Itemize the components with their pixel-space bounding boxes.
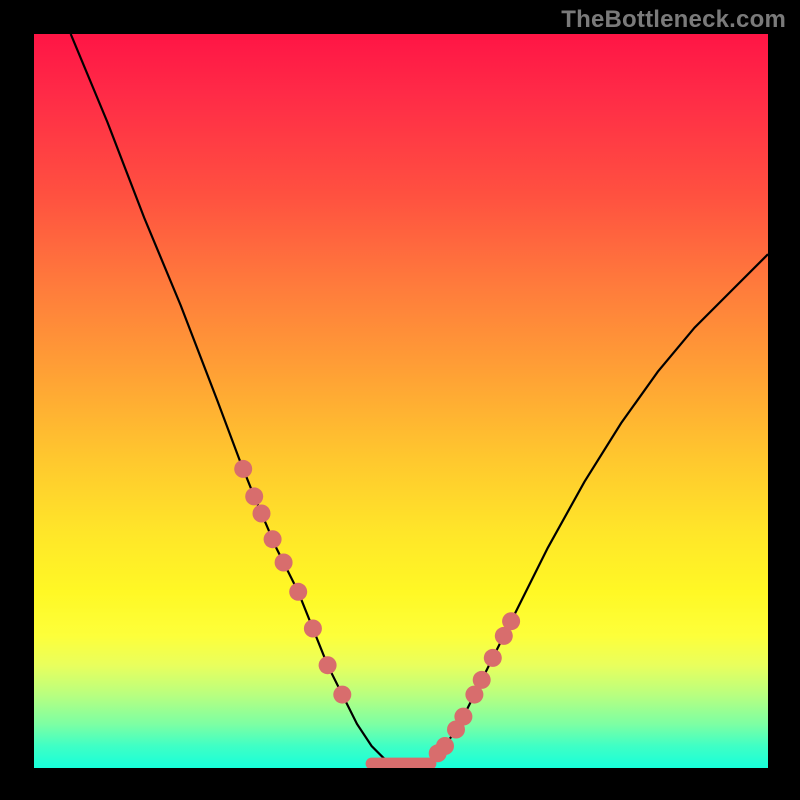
highlight-dot — [319, 656, 337, 674]
highlight-dot — [289, 583, 307, 601]
highlight-dot — [454, 708, 472, 726]
highlight-dot — [333, 686, 351, 704]
highlight-dot — [245, 487, 263, 505]
plot-area — [34, 34, 768, 768]
highlight-dot — [484, 649, 502, 667]
highlight-dot — [275, 554, 293, 572]
highlight-dot — [473, 671, 491, 689]
bottleneck-curve — [71, 34, 768, 768]
highlight-dot — [502, 612, 520, 630]
highlight-dot — [253, 505, 271, 523]
chart-frame: TheBottleneck.com — [0, 0, 800, 800]
highlight-dots-group — [234, 460, 520, 762]
watermark-text: TheBottleneck.com — [561, 6, 786, 34]
highlight-dot — [234, 460, 252, 478]
highlight-dot — [304, 620, 322, 638]
curve-layer — [34, 34, 768, 768]
highlight-dot — [436, 737, 454, 755]
highlight-dot — [264, 530, 282, 548]
